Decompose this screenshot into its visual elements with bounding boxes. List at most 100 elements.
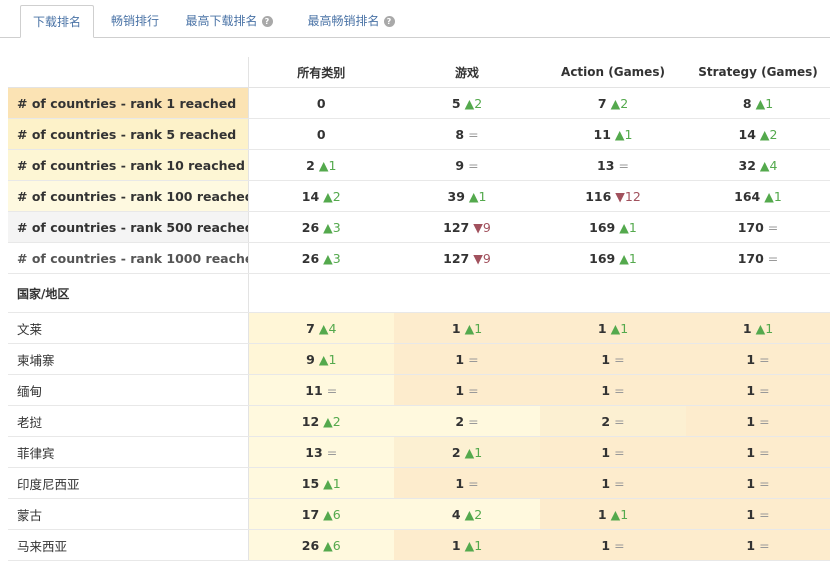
column-header-games[interactable]: 游戏 (394, 57, 540, 88)
country-name[interactable]: 印度尼西亚 (8, 467, 249, 499)
rank-value: 2 (455, 413, 465, 429)
arrow-up-icon: ▲ (610, 506, 621, 522)
rank-cell: 2 = (394, 405, 540, 437)
country-row[interactable]: 柬埔寨 9 ▲1 1 = 1 = 1 = (8, 343, 830, 375)
summary-row-label: # of countries - rank 100 reached (8, 180, 249, 212)
country-row[interactable]: 缅甸 11 = 1 = 1 = 1 = (8, 374, 830, 406)
arrow-up-icon: ▲ (468, 188, 479, 204)
rank-value: 1 (601, 351, 611, 367)
rank-cell: 17 ▲6 (248, 498, 394, 530)
rank-value: 9 (455, 157, 465, 173)
summary-row: # of countries - rank 5 reached 0 8 = 11 ▲1 14… (8, 118, 830, 150)
country-row[interactable]: 菲律宾 13 = 2 ▲1 1 = 1 = (8, 436, 830, 468)
rank-value: 170 (737, 250, 764, 266)
help-icon[interactable]: ? (261, 16, 273, 27)
rank-change: = (326, 382, 338, 398)
rank-cell: 7 ▲4 (248, 312, 394, 344)
country-row[interactable]: 老挝 12 ▲2 2 = 2 = 1 = (8, 405, 830, 437)
rank-change: 3 (332, 219, 341, 235)
rank-change: = (468, 382, 479, 398)
rank-cell: 1 = (394, 374, 540, 406)
arrow-up-icon: ▲ (323, 188, 333, 204)
country-name[interactable]: 老挝 (8, 405, 249, 437)
country-name[interactable]: 菲律宾 (8, 436, 249, 468)
arrow-up-icon: ▲ (464, 537, 475, 553)
rank-cell: 164 ▲1 (686, 180, 830, 212)
rank-change: 6 (332, 537, 341, 553)
empty-cell (248, 273, 394, 313)
rank-cell: 7 ▲2 (540, 87, 686, 119)
summary-row: # of countries - rank 1000 reached 26 ▲3 12… (8, 242, 830, 274)
rank-value: 7 (306, 320, 315, 336)
rank-change: 12 (624, 188, 641, 204)
rank-change: = (326, 444, 338, 460)
rank-value: 1 (746, 444, 756, 460)
rank-change: 1 (474, 537, 483, 553)
country-name[interactable]: 文莱 (8, 312, 249, 344)
country-row[interactable]: 印度尼西亚 15 ▲1 1 = 1 = 1 = (8, 467, 830, 499)
rank-value: 116 (585, 188, 612, 204)
section-header-country: 国家/地区 (8, 273, 249, 313)
rank-value: 26 (301, 219, 320, 235)
rank-value: 1 (746, 413, 756, 429)
help-icon[interactable]: ? (383, 16, 395, 27)
rank-cell: 0 (248, 87, 394, 119)
rank-cell: 8 = (394, 118, 540, 150)
rank-change: 1 (628, 219, 637, 235)
tab-3[interactable]: 最高下载排名? (176, 5, 282, 38)
country-name[interactable]: 蒙古 (8, 498, 249, 530)
rank-cell: 1 = (394, 467, 540, 499)
rank-value: 32 (738, 157, 756, 173)
rank-cell: 4 ▲2 (394, 498, 540, 530)
rank-cell: 1 = (540, 467, 686, 499)
rank-value: 14 (738, 126, 756, 142)
tab-4[interactable]: 最高畅销排名? (296, 5, 406, 38)
arrow-down-icon: ▼ (473, 250, 483, 266)
country-name[interactable]: 柬埔寨 (8, 343, 249, 375)
rank-cell: 127 ▼9 (394, 242, 540, 274)
rank-change: 2 (332, 188, 341, 204)
arrow-up-icon: ▲ (323, 506, 333, 522)
country-name[interactable]: 缅甸 (8, 374, 249, 406)
rank-change: 4 (769, 157, 778, 173)
rank-value: 1 (746, 475, 756, 491)
column-header-strategy-games[interactable]: Strategy (Games) (686, 57, 830, 88)
rank-cell: 1 ▲1 (394, 529, 540, 561)
rank-change: 1 (332, 475, 341, 491)
tab-1[interactable]: 下载排名 (20, 5, 94, 38)
column-header-action-games[interactable]: Action (Games) (540, 57, 686, 88)
rank-cell: 14 ▲2 (248, 180, 394, 212)
rank-cell: 1 = (686, 405, 830, 437)
rank-change: = (759, 444, 770, 460)
tab-2[interactable]: 畅销排行 (98, 5, 172, 38)
rank-cell: 169 ▲1 (540, 211, 686, 243)
rank-cell: 1 = (540, 374, 686, 406)
rank-change: = (767, 250, 779, 266)
rank-change: = (759, 382, 770, 398)
section-header-row: 国家/地区 (8, 273, 830, 313)
rank-change: = (468, 157, 479, 173)
rank-value: 127 (443, 219, 470, 235)
rank-cell: 13 = (540, 149, 686, 181)
country-row[interactable]: 蒙古 17 ▲6 4 ▲2 1 ▲1 1 = (8, 498, 830, 530)
rank-cell: 1 = (686, 374, 830, 406)
rank-value: 1 (746, 537, 756, 553)
rank-cell: 2 ▲1 (394, 436, 540, 468)
rank-cell: 2 = (540, 405, 686, 437)
summary-row-label: # of countries - rank 500 reached (8, 211, 249, 243)
arrow-up-icon: ▲ (323, 219, 333, 235)
arrow-down-icon: ▼ (473, 219, 483, 235)
column-header-all-categories[interactable]: 所有类别 (248, 57, 394, 88)
country-row[interactable]: 文莱 7 ▲4 1 ▲1 1 ▲1 1 ▲1 (8, 312, 830, 344)
country-name[interactable]: 马来西亚 (8, 529, 249, 561)
rank-value: 1 (601, 444, 611, 460)
rank-value: 1 (746, 506, 756, 522)
empty-cell (686, 273, 830, 313)
rank-change: = (614, 413, 625, 429)
country-row[interactable]: 马来西亚 26 ▲6 1 ▲1 1 = 1 = (8, 529, 830, 561)
arrow-up-icon: ▲ (759, 126, 770, 142)
rank-change: 1 (620, 320, 629, 336)
rank-change: 1 (478, 188, 487, 204)
rank-value: 1 (451, 320, 461, 336)
rank-change: = (468, 126, 479, 142)
